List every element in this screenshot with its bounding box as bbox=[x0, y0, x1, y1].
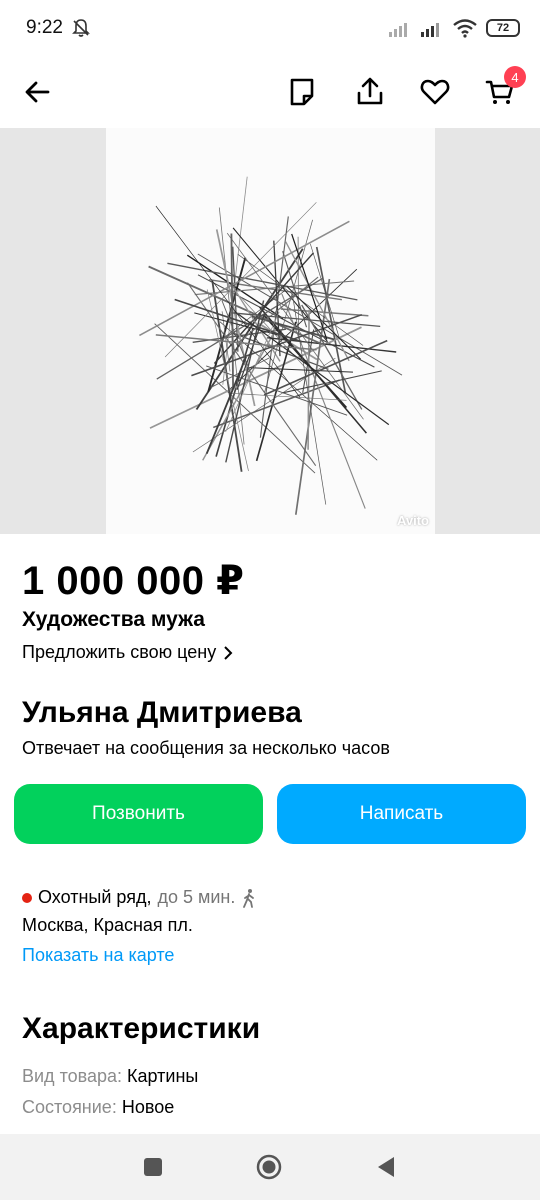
walk-time: до 5 мин. bbox=[157, 887, 236, 907]
battery-indicator: 72 bbox=[486, 19, 520, 37]
top-app-bar: 4 bbox=[0, 56, 540, 128]
seller-name[interactable]: Ульяна Дмитриева bbox=[22, 696, 302, 730]
avito-watermark: Avito bbox=[396, 513, 429, 528]
back-button[interactable] bbox=[14, 68, 62, 116]
art-stroke bbox=[307, 309, 310, 450]
signal-icon bbox=[421, 23, 439, 37]
abstract-line-artwork bbox=[139, 176, 403, 515]
metro-name: Охотный ряд, bbox=[38, 887, 152, 907]
favorite-button[interactable] bbox=[411, 68, 459, 116]
photo-gallery[interactable]: Avito bbox=[0, 128, 540, 534]
listing-price: 1 000 000 ₽ bbox=[22, 559, 245, 603]
call-button[interactable]: Позвонить bbox=[14, 784, 263, 844]
listing-title: Художества мужа bbox=[22, 608, 205, 631]
art-stroke bbox=[282, 370, 382, 394]
home-icon[interactable] bbox=[256, 1154, 282, 1180]
listing-photo[interactable]: Avito bbox=[106, 128, 435, 534]
art-stroke bbox=[248, 367, 354, 373]
show-on-map-link[interactable]: Показать на карте bbox=[22, 945, 174, 966]
address: Москва, Красная пл. bbox=[22, 915, 193, 935]
spec-row: Состояние: Новое bbox=[22, 1097, 174, 1118]
spec-key: Состояние: bbox=[22, 1097, 117, 1117]
back-arrow-icon bbox=[25, 81, 50, 103]
message-button[interactable]: Написать bbox=[277, 784, 526, 844]
spec-value: Новое bbox=[121, 1097, 175, 1117]
offer-price-label: Предложить свою цену bbox=[22, 642, 217, 662]
art-stroke bbox=[281, 293, 366, 509]
seller-reply-time: Отвечает на сообщения за несколько часов bbox=[22, 738, 390, 758]
system-back-icon[interactable] bbox=[373, 1154, 399, 1180]
heart-icon bbox=[420, 79, 450, 105]
cart-button[interactable]: 4 bbox=[476, 66, 526, 116]
system-nav-bar bbox=[0, 1134, 540, 1200]
walking-person-icon bbox=[243, 888, 255, 908]
spec-key: Вид товара: bbox=[22, 1066, 123, 1086]
status-time: 9:22 bbox=[26, 17, 63, 38]
offer-price-link[interactable]: Предложить свою цену bbox=[22, 642, 234, 663]
specs-heading: Характеристики bbox=[22, 1012, 261, 1045]
chevron-right-icon bbox=[224, 645, 233, 660]
bell-muted-icon bbox=[72, 19, 90, 37]
recent-apps-icon[interactable] bbox=[140, 1154, 166, 1180]
status-bar: 9:22 72 bbox=[0, 0, 540, 56]
note-button[interactable] bbox=[278, 68, 326, 116]
share-icon bbox=[357, 77, 383, 105]
note-icon bbox=[290, 78, 314, 106]
signal-icon bbox=[389, 23, 407, 37]
share-button[interactable] bbox=[346, 68, 394, 116]
status-indicators: 72 bbox=[388, 18, 520, 38]
wifi-icon bbox=[453, 19, 477, 38]
metro-line-dot bbox=[22, 892, 32, 903]
spec-value: Картины bbox=[127, 1066, 199, 1086]
cart-count-badge: 4 bbox=[504, 66, 526, 88]
spec-row: Вид товара: Картины bbox=[22, 1066, 198, 1087]
metro-station: Охотный ряд, до 5 мин. bbox=[22, 887, 257, 908]
